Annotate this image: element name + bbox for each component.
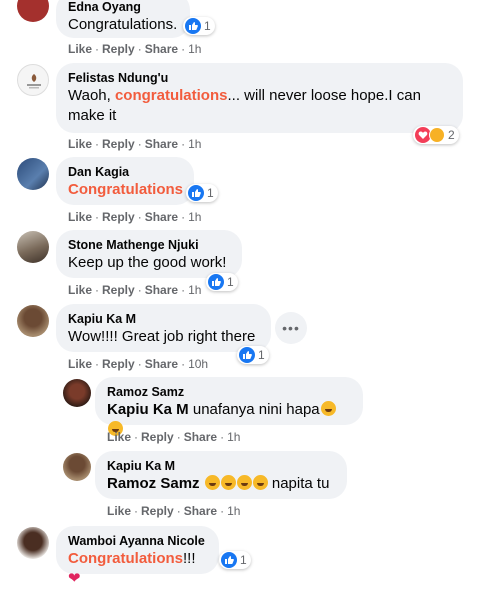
comment-actions: Like · Reply · Share · 1h bbox=[68, 283, 202, 297]
like-reaction-icon bbox=[239, 347, 255, 363]
share-link[interactable]: Share bbox=[184, 504, 217, 518]
comment-time[interactable]: 1h bbox=[188, 42, 201, 56]
like-link[interactable]: Like bbox=[68, 283, 92, 297]
like-link[interactable]: Like bbox=[107, 504, 131, 518]
reaction-count: 1 bbox=[204, 19, 211, 33]
reply-bubble: Ramoz Samz Kapiu Ka M unafanya nini hapa bbox=[95, 377, 363, 436]
laughing-emoji-icon bbox=[252, 475, 268, 490]
avatar[interactable] bbox=[17, 231, 49, 263]
like-link[interactable]: Like bbox=[68, 42, 92, 56]
reaction-count: 1 bbox=[240, 553, 247, 567]
comment-author[interactable]: Felistas Ndung'u bbox=[68, 70, 451, 86]
reaction-summary[interactable]: 2 bbox=[413, 126, 459, 144]
comment-time[interactable]: 1h bbox=[188, 283, 201, 297]
comment-author[interactable]: Kapiu Ka M bbox=[68, 311, 259, 327]
reply-author[interactable]: Ramoz Samz bbox=[107, 384, 351, 400]
comment-author[interactable]: Dan Kagia bbox=[68, 164, 182, 180]
comment-text: Waoh, congratulations... will never loos… bbox=[68, 87, 421, 124]
share-link[interactable]: Share bbox=[145, 283, 178, 297]
mention-link[interactable]: Kapiu Ka M bbox=[107, 401, 189, 418]
comment-actions: Like · Reply · Share · 1h bbox=[68, 210, 202, 224]
more-options-button[interactable]: ••• bbox=[275, 312, 307, 344]
comment-author[interactable]: Stone Mathenge Njuki bbox=[68, 237, 230, 253]
reaction-summary[interactable]: 1 bbox=[183, 17, 215, 35]
comment-actions: Like · Reply · Share · 10h bbox=[68, 357, 209, 371]
reaction-count: 1 bbox=[227, 275, 234, 289]
comment-author[interactable]: Wamboi Ayanna Nicole bbox=[68, 533, 207, 549]
comment-bubble: Wamboi Ayanna Nicole Congratulations!!!❤ bbox=[56, 526, 219, 587]
reply-text: Ramoz Samz napita tu bbox=[107, 475, 330, 492]
avatar[interactable] bbox=[17, 158, 49, 190]
laughing-emoji-icon bbox=[320, 401, 336, 416]
like-reaction-icon bbox=[188, 185, 204, 201]
heart-emoji-icon: ❤ bbox=[68, 570, 81, 587]
avatar[interactable] bbox=[17, 527, 49, 559]
comment-text: Congratulations. bbox=[68, 16, 178, 33]
reply-time[interactable]: 1h bbox=[227, 504, 240, 518]
rofl-emoji-icon bbox=[204, 475, 220, 490]
reply-link[interactable]: Reply bbox=[102, 137, 135, 151]
like-link[interactable]: Like bbox=[68, 357, 92, 371]
comment-time[interactable]: 1h bbox=[188, 137, 201, 151]
rofl-emoji-icon bbox=[236, 475, 252, 490]
reaction-summary[interactable]: 1 bbox=[206, 273, 238, 291]
comment-bubble: Stone Mathenge Njuki Keep up the good wo… bbox=[56, 230, 242, 278]
comment-text: Keep up the good work! bbox=[68, 254, 227, 271]
avatar[interactable] bbox=[63, 379, 91, 407]
comment-actions: Like · Reply · Share · 1h bbox=[68, 42, 202, 56]
comment-text: Congratulations bbox=[68, 180, 183, 200]
like-link[interactable]: Like bbox=[107, 430, 131, 444]
comment-text: Wow!!!! Great job right there bbox=[68, 328, 256, 345]
hashtag-highlight[interactable]: Congratulations bbox=[68, 181, 183, 198]
reaction-count: 1 bbox=[258, 348, 265, 362]
avatar[interactable] bbox=[17, 64, 49, 96]
reply-link[interactable]: Reply bbox=[102, 283, 135, 297]
share-link[interactable]: Share bbox=[184, 430, 217, 444]
comment-bubble: Dan Kagia Congratulations bbox=[56, 157, 194, 205]
reply-link[interactable]: Reply bbox=[141, 504, 174, 518]
avatar-logo-icon bbox=[27, 74, 41, 89]
like-link[interactable]: Like bbox=[68, 210, 92, 224]
reply-author[interactable]: Kapiu Ka M bbox=[107, 458, 335, 474]
comment-bubble: Felistas Ndung'u Waoh, congratulations..… bbox=[56, 63, 463, 133]
hashtag-highlight[interactable]: Congratulations bbox=[68, 550, 183, 567]
comment-actions: Like · Reply · Share · 1h bbox=[68, 137, 202, 151]
reply-link[interactable]: Reply bbox=[102, 42, 135, 56]
reaction-count: 2 bbox=[448, 128, 455, 142]
like-reaction-icon bbox=[221, 552, 237, 568]
haha-reaction-icon bbox=[429, 127, 445, 143]
reply-actions: Like · Reply · Share · 1h bbox=[107, 504, 241, 518]
reaction-summary[interactable]: 1 bbox=[186, 184, 218, 202]
reaction-summary[interactable]: 1 bbox=[237, 346, 269, 364]
rofl-emoji-icon bbox=[220, 475, 236, 490]
like-reaction-icon bbox=[185, 18, 201, 34]
reply-link[interactable]: Reply bbox=[102, 357, 135, 371]
reaction-summary[interactable]: 1 bbox=[219, 551, 251, 569]
avatar[interactable] bbox=[17, 305, 49, 337]
mention-link[interactable]: Ramoz Samz bbox=[107, 475, 200, 492]
reply-link[interactable]: Reply bbox=[102, 210, 135, 224]
share-link[interactable]: Share bbox=[145, 210, 178, 224]
share-link[interactable]: Share bbox=[145, 357, 178, 371]
comment-text: Congratulations!!!❤ bbox=[68, 550, 196, 587]
comment-bubble: Edna Oyang Congratulations. bbox=[56, 0, 190, 38]
like-reaction-icon bbox=[208, 274, 224, 290]
reply-link[interactable]: Reply bbox=[141, 430, 174, 444]
comment-bubble: Kapiu Ka M Wow!!!! Great job right there bbox=[56, 304, 271, 352]
like-link[interactable]: Like bbox=[68, 137, 92, 151]
reaction-count: 1 bbox=[207, 186, 214, 200]
reply-actions: Like · Reply · Share · 1h bbox=[107, 430, 241, 444]
comment-time[interactable]: 10h bbox=[188, 357, 208, 371]
reply-time[interactable]: 1h bbox=[227, 430, 240, 444]
avatar[interactable] bbox=[17, 0, 49, 22]
reply-bubble: Kapiu Ka M Ramoz Samz napita tu bbox=[95, 451, 347, 499]
avatar[interactable] bbox=[63, 453, 91, 481]
share-link[interactable]: Share bbox=[145, 42, 178, 56]
comment-author[interactable]: Edna Oyang bbox=[68, 0, 178, 15]
comment-time[interactable]: 1h bbox=[188, 210, 201, 224]
hashtag-highlight[interactable]: congratulations bbox=[115, 87, 228, 104]
share-link[interactable]: Share bbox=[145, 137, 178, 151]
